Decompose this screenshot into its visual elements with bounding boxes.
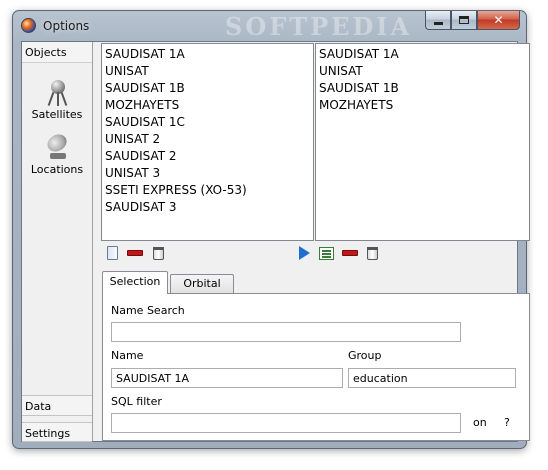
sidebar-data-header[interactable]: Data	[22, 395, 92, 416]
list-item[interactable]: UNISAT	[319, 63, 526, 80]
close-button[interactable]: ✕	[477, 11, 520, 30]
list-item[interactable]: MOZHAYETS	[319, 97, 526, 114]
sidebar-objects-header[interactable]: Objects	[22, 42, 92, 63]
sidebar-settings-header[interactable]: Settings	[22, 422, 92, 442]
trash-selected-icon[interactable]	[367, 247, 378, 260]
group-label: Group	[348, 349, 382, 362]
sidebar-item-satellites[interactable]: Satellites	[22, 78, 92, 121]
sql-on-toggle[interactable]: on	[473, 416, 487, 429]
list-item[interactable]: SSETI EXPRESS (XO-53)	[105, 182, 310, 199]
maximize-icon	[459, 16, 469, 24]
available-satellites-list[interactable]: SAUDISAT 1A UNISAT SAUDISAT 1B MOZHAYETS…	[101, 43, 314, 241]
group-input[interactable]	[348, 368, 516, 388]
selection-panel: Name Search Name Group SQL filter on ?	[102, 293, 530, 441]
maximize-button[interactable]	[451, 11, 477, 30]
document-icon[interactable]	[107, 246, 118, 260]
satellite-dish-icon	[44, 131, 70, 161]
remove-selected-icon[interactable]	[342, 250, 358, 256]
sidebar-item-locations[interactable]: Locations	[22, 131, 92, 176]
remove-icon[interactable]	[127, 250, 143, 256]
satellite-icon	[44, 78, 70, 106]
name-search-label: Name Search	[111, 304, 185, 317]
name-input[interactable]	[111, 368, 343, 388]
sidebar: Objects Satellites Locations Data Settin…	[22, 42, 93, 442]
list-item[interactable]: SAUDISAT 1B	[319, 80, 526, 97]
sidebar-item-label: Satellites	[31, 108, 83, 121]
list-item[interactable]: SAUDISAT 2	[105, 148, 310, 165]
name-search-input[interactable]	[111, 322, 461, 342]
sql-filter-input[interactable]	[111, 413, 461, 433]
list-item[interactable]: MOZHAYETS	[105, 97, 310, 114]
list-item[interactable]: SAUDISAT 1B	[105, 80, 310, 97]
tab-selection[interactable]: Selection	[102, 271, 168, 294]
list-item[interactable]: UNISAT	[105, 63, 310, 80]
minimize-icon	[433, 21, 443, 25]
trash-icon[interactable]	[153, 247, 164, 260]
help-button[interactable]: ?	[504, 416, 510, 429]
minimize-button[interactable]	[425, 11, 451, 30]
sidebar-item-label: Locations	[30, 163, 84, 176]
softpedia-watermark: SOFTPEDIA	[225, 12, 413, 41]
tab-orbital[interactable]: Orbital	[170, 274, 234, 293]
options-window: Options SOFTPEDIA ✕ Objects Satellites L…	[12, 10, 530, 449]
list-details-icon[interactable]	[319, 247, 334, 260]
title-bar[interactable]: Options SOFTPEDIA ✕	[13, 11, 526, 41]
app-icon	[21, 18, 36, 33]
list-item[interactable]: SAUDISAT 1A	[105, 46, 310, 63]
play-icon[interactable]	[299, 246, 310, 260]
list-item[interactable]: UNISAT 2	[105, 131, 310, 148]
list-item[interactable]: SAUDISAT 1C	[105, 114, 310, 131]
list-item[interactable]: UNISAT 3	[105, 165, 310, 182]
close-icon: ✕	[493, 13, 504, 27]
window-title: Options	[43, 19, 90, 33]
name-label: Name	[111, 349, 144, 362]
sql-filter-label: SQL filter	[111, 395, 162, 408]
client-area: Objects Satellites Locations Data Settin…	[21, 41, 530, 442]
list-item[interactable]: SAUDISAT 1A	[319, 46, 526, 63]
selected-satellites-list[interactable]: SAUDISAT 1A UNISAT SAUDISAT 1B MOZHAYETS	[315, 43, 530, 241]
list-item[interactable]: SAUDISAT 3	[105, 199, 310, 216]
